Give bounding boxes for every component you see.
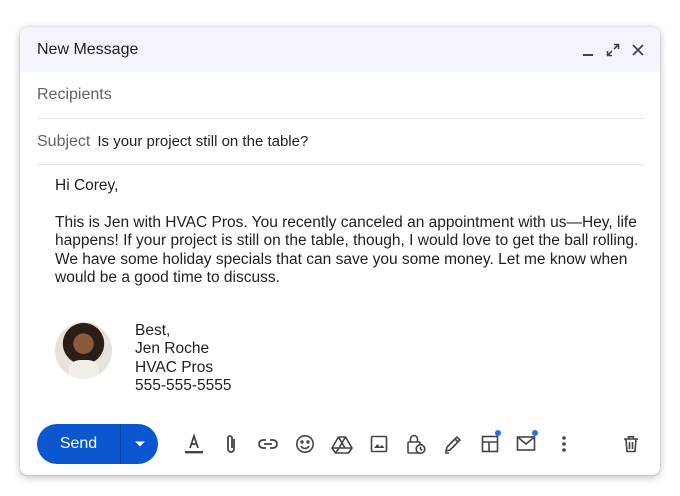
layouts-icon[interactable] [471,426,508,462]
subject-input[interactable]: Is your project still on the table? [97,133,308,150]
compose-window: New Message Recipients Subject Is your p… [20,27,660,475]
drive-icon[interactable] [323,426,360,462]
recipients-field[interactable]: Recipients [37,72,644,119]
emoji-icon[interactable] [286,426,323,462]
signature-block: Best, Jen Roche HVAC Pros 555-555-5555 [55,322,232,395]
confidential-mode-icon[interactable] [397,426,434,462]
window-controls [580,42,646,58]
signature-line: HVAC Pros [135,358,214,376]
signature-line: 555-555-5555 [135,376,232,394]
delete-icon[interactable] [616,426,646,462]
notification-dot [532,430,538,436]
message-body[interactable]: Hi Corey, This is Jen with HVAC Pros. Yo… [55,177,645,288]
attach-icon[interactable] [212,426,249,462]
minimize-icon[interactable] [580,42,596,58]
email-templates-icon[interactable] [508,426,545,462]
send-button-group: Send [37,424,158,464]
photo-icon[interactable] [360,426,397,462]
notification-dot [495,430,501,436]
avatar [55,322,112,379]
body-paragraph: This is Jen with HVAC Pros. You recently… [55,213,639,287]
window-title: New Message [37,40,139,58]
signature-line: Jen Roche [135,340,210,358]
more-options-icon[interactable] [545,426,582,462]
close-icon[interactable] [630,42,646,58]
subject-label: Subject [37,132,91,150]
text-format-icon[interactable] [175,426,212,462]
link-icon[interactable] [249,426,286,462]
signature-line: Best, [135,322,171,339]
compose-toolbar: Send [37,424,646,464]
chevron-down-icon [134,441,145,447]
signature-pen-icon[interactable] [434,426,471,462]
compose-header: New Message [20,27,660,72]
recipients-placeholder: Recipients [37,86,112,103]
subject-field[interactable]: Subject Is your project still on the tab… [37,119,644,165]
formatting-tools [175,426,582,462]
send-button[interactable]: Send [37,424,120,464]
signature-text: Best, Jen Roche HVAC Pros 555-555-5555 [135,322,232,395]
greeting-text: Hi Corey, [55,177,119,194]
expand-icon[interactable] [605,42,621,58]
send-options-button[interactable] [120,424,158,464]
